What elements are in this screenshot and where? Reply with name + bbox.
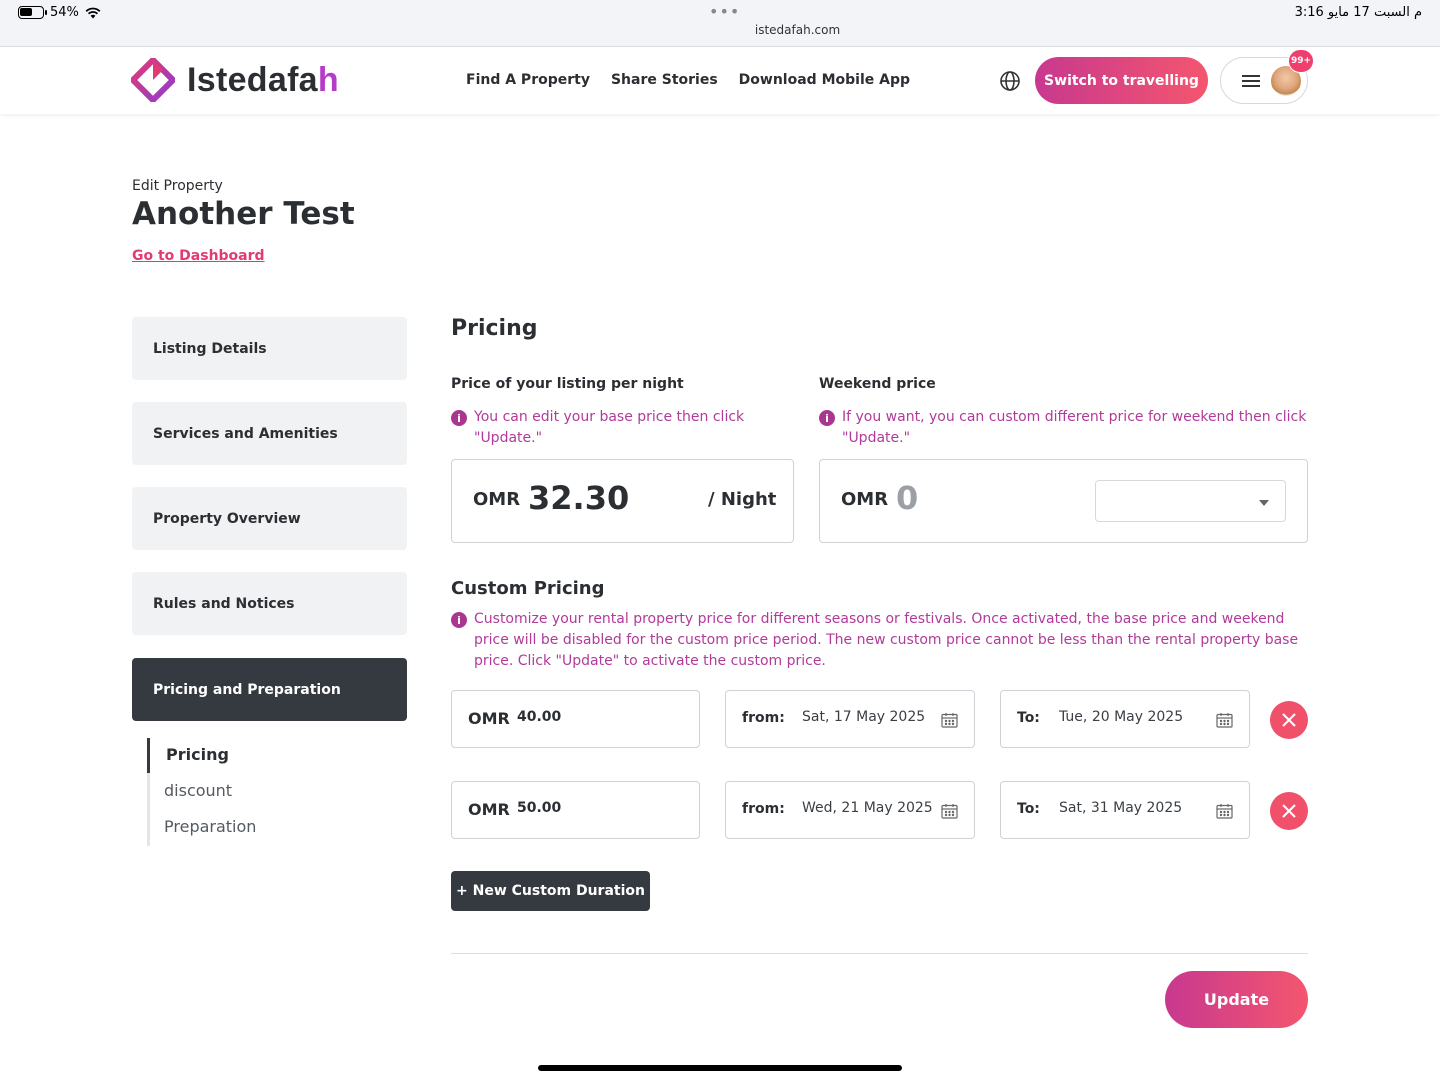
battery-icon	[18, 6, 47, 19]
go-to-dashboard-link[interactable]: Go to Dashboard	[132, 248, 265, 264]
status-time: 3:16 م السبت 17 مايو	[1294, 5, 1422, 20]
battery-percent: 54%	[50, 5, 79, 20]
hamburger-icon	[1242, 75, 1260, 87]
nav-download-app[interactable]: Download Mobile App	[739, 72, 910, 88]
sidebar-item-pricing-preparation[interactable]: Pricing and Preparation	[132, 658, 407, 721]
custom-currency: OMR	[468, 800, 510, 819]
pricing-heading: Pricing	[451, 316, 538, 341]
nav-share-stories[interactable]: Share Stories	[611, 72, 718, 88]
custom-price-field[interactable]: OMR 40.00	[451, 690, 700, 748]
close-icon	[1282, 713, 1296, 727]
subnav-item-preparation[interactable]: Preparation	[164, 817, 256, 836]
from-date-value[interactable]: Sat, 17 May 2025	[802, 709, 925, 725]
site-header: Istedafah Find A Property Share Stories …	[0, 48, 1440, 114]
custom-currency: OMR	[468, 709, 510, 728]
info-icon: i	[451, 612, 467, 628]
weekend-price-info-text: If you want, you can custom different pr…	[842, 409, 1307, 446]
subnav-active-marker	[147, 738, 150, 773]
custom-pricing-heading: Custom Pricing	[451, 578, 605, 599]
custom-price-value[interactable]: 50.00	[517, 800, 561, 816]
logo-text: Istedafah	[187, 60, 339, 99]
logo-mark-icon	[131, 58, 175, 102]
weekend-price-value[interactable]: 0	[896, 479, 918, 517]
to-label: To:	[1017, 710, 1040, 726]
info-icon: i	[819, 410, 835, 426]
custom-from-date-field[interactable]: from: Sat, 17 May 2025	[725, 690, 975, 748]
base-price-field[interactable]: OMR 32.30 / Night	[451, 459, 794, 543]
status-left: 54%	[18, 5, 101, 20]
custom-from-date-field[interactable]: from: Wed, 21 May 2025	[725, 781, 975, 839]
remove-custom-duration-button[interactable]	[1270, 792, 1308, 830]
calendar-icon[interactable]	[1216, 712, 1233, 728]
custom-to-date-field[interactable]: To: Sat, 31 May 2025	[1000, 781, 1250, 839]
info-icon: i	[451, 410, 467, 426]
from-label: from:	[742, 710, 785, 726]
custom-pricing-info-text: Customize your rental property price for…	[474, 611, 1299, 669]
close-icon	[1282, 804, 1296, 818]
calendar-icon[interactable]	[941, 803, 958, 819]
custom-to-date-field[interactable]: To: Tue, 20 May 2025	[1000, 690, 1250, 748]
weekend-currency: OMR	[841, 489, 889, 510]
edit-property-label: Edit Property	[132, 178, 223, 194]
subnav-item-discount[interactable]: discount	[164, 781, 232, 800]
base-price-value[interactable]: 32.30	[528, 479, 629, 517]
globe-icon[interactable]	[998, 69, 1022, 93]
update-button[interactable]: Update	[1165, 971, 1308, 1028]
from-date-value[interactable]: Wed, 21 May 2025	[802, 800, 933, 816]
chevron-down-icon	[1259, 500, 1269, 506]
to-date-value[interactable]: Sat, 31 May 2025	[1059, 800, 1182, 816]
multitask-dots-icon[interactable]: •••	[709, 2, 740, 21]
base-currency: OMR	[473, 489, 521, 510]
custom-price-field[interactable]: OMR 50.00	[451, 781, 700, 839]
base-price-info-text: You can edit your base price then click …	[474, 409, 745, 446]
sidebar-item-listing-details[interactable]: Listing Details	[132, 317, 407, 380]
to-label: To:	[1017, 801, 1040, 817]
custom-pricing-info: i Customize your rental property price f…	[451, 609, 1308, 672]
page-title: Another Test	[132, 196, 355, 232]
nav-find-property[interactable]: Find A Property	[466, 72, 590, 88]
weekend-price-label: Weekend price	[819, 376, 936, 392]
base-price-info: i You can edit your base price then clic…	[451, 407, 791, 449]
url-label[interactable]: istedafah.com	[0, 23, 1440, 37]
new-custom-duration-button[interactable]: + New Custom Duration	[451, 871, 650, 911]
subnav-item-pricing[interactable]: Pricing	[166, 745, 229, 764]
per-night-label: / Night	[708, 489, 777, 510]
switch-to-travelling-button[interactable]: Switch to travelling	[1035, 57, 1208, 104]
wifi-icon	[85, 7, 101, 18]
calendar-icon[interactable]	[941, 712, 958, 728]
home-indicator[interactable]	[538, 1065, 902, 1071]
calendar-icon[interactable]	[1216, 803, 1233, 819]
custom-price-value[interactable]: 40.00	[517, 709, 561, 725]
remove-custom-duration-button[interactable]	[1270, 701, 1308, 739]
weekend-days-select[interactable]	[1095, 480, 1286, 522]
from-label: from:	[742, 801, 785, 817]
logo[interactable]: Istedafah	[131, 58, 339, 102]
notification-badge: 99+	[1288, 49, 1314, 73]
base-price-label: Price of your listing per night	[451, 376, 684, 392]
sidebar-item-rules-notices[interactable]: Rules and Notices	[132, 572, 407, 635]
to-date-value[interactable]: Tue, 20 May 2025	[1059, 709, 1183, 725]
status-bar: 54% ••• istedafah.com 3:16 م السبت 17 ما…	[0, 0, 1440, 47]
weekend-price-info: i If you want, you can custom different …	[819, 407, 1308, 449]
sidebar-item-property-overview[interactable]: Property Overview	[132, 487, 407, 550]
sidebar-item-services-amenities[interactable]: Services and Amenities	[132, 402, 407, 465]
main-nav: Find A Property Share Stories Download M…	[466, 72, 910, 88]
divider	[451, 953, 1308, 954]
